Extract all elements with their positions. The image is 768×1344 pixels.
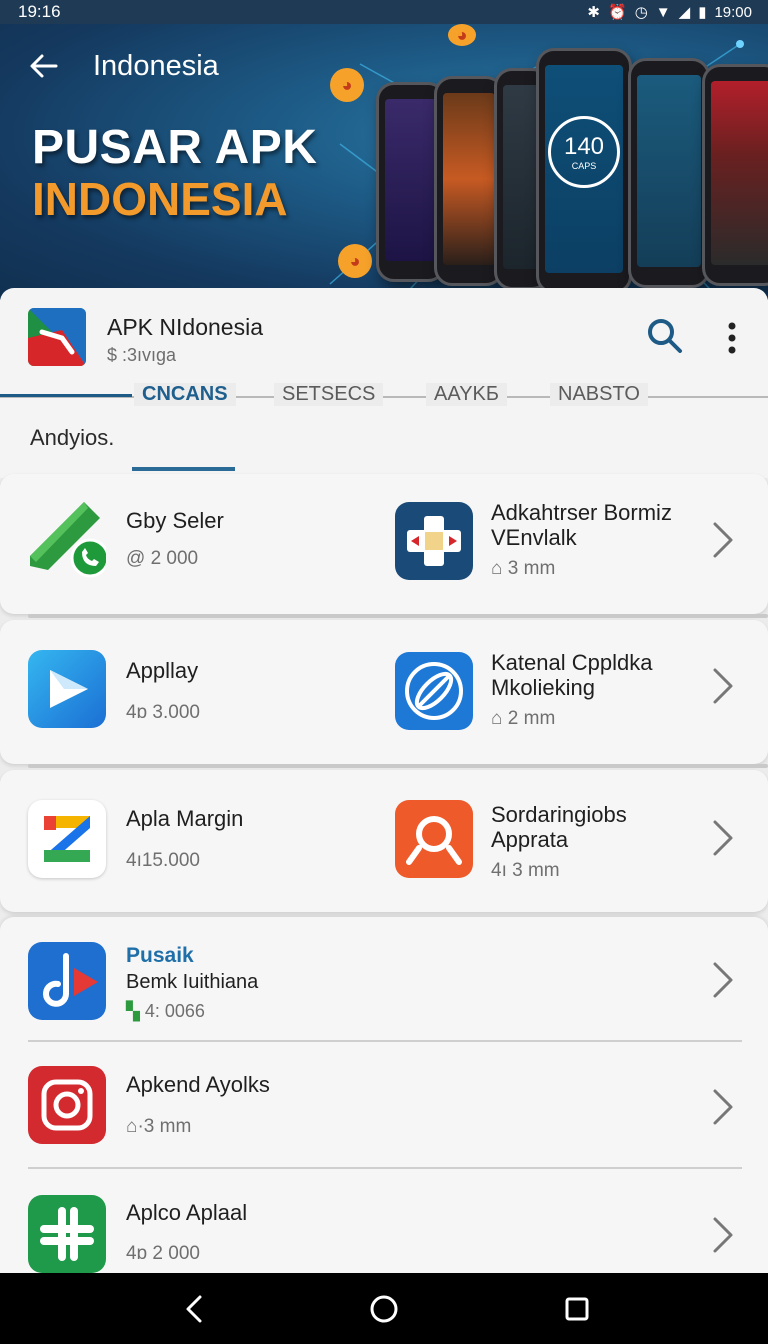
app-title[interactable]: Adkahtrser Bormiz VEnvlalk bbox=[491, 500, 701, 550]
system-nav-bar bbox=[0, 1273, 768, 1344]
nav-back-icon[interactable] bbox=[180, 1293, 212, 1325]
app-meta: ·3 mm bbox=[137, 1116, 192, 1137]
chevron-right-icon[interactable] bbox=[710, 1215, 736, 1255]
tab-cncans[interactable]: CNCANS bbox=[134, 383, 236, 406]
app-meta: 4ı 3 mm bbox=[491, 860, 560, 881]
section-underline bbox=[132, 467, 235, 471]
hero-headline-1: PUSAR APK bbox=[32, 121, 318, 174]
lock-icon: ⌂ bbox=[491, 708, 508, 729]
app-meta: 4: 0066 bbox=[144, 1001, 205, 1021]
battery-icon: ▮ bbox=[698, 4, 707, 21]
app-title[interactable]: Katenal Cppldka Mkolieking bbox=[491, 650, 701, 700]
status-bar: 19:16 ✱ ⏰ ◷ ▼ ◢ ▮ 19:00 bbox=[0, 0, 768, 24]
lock-icon: ⌂ bbox=[491, 558, 508, 579]
slack-app-icon[interactable] bbox=[28, 1195, 106, 1273]
app-logo bbox=[28, 308, 86, 366]
app-screen: 19:16 ✱ ⏰ ◷ ▼ ◢ ▮ 19:00 Indonesia PUSAR … bbox=[0, 0, 768, 1344]
app-title[interactable]: Apkend Ayolks bbox=[126, 1072, 270, 1097]
bluetooth-icon: ✱ bbox=[587, 4, 600, 21]
hero-banner: Indonesia PUSAR APK INDONESIA ◕ ◕ ◕ 140 … bbox=[0, 24, 768, 300]
app-list-card bbox=[0, 917, 768, 1277]
tab-active-indicator bbox=[0, 394, 132, 397]
lock-icon: ⌂ bbox=[126, 1116, 138, 1137]
emoji-icon: ◕ bbox=[338, 244, 372, 278]
app-title[interactable]: Bemk Iuithiana bbox=[126, 970, 258, 995]
app-name: APK NIdonesia bbox=[107, 314, 263, 340]
app-title[interactable]: Gby Seler bbox=[126, 508, 224, 533]
app-title[interactable]: Sordaringiobs Apprata bbox=[491, 802, 701, 852]
phone-clock: 140 CAPS bbox=[548, 116, 620, 189]
app-meta: 4ɒ 2 000 bbox=[126, 1243, 200, 1264]
tab-nabsto[interactable]: NABSTO bbox=[550, 383, 648, 406]
nav-home-icon[interactable] bbox=[368, 1293, 400, 1325]
emoji-icon: ◕ bbox=[448, 24, 476, 46]
app-meta: 3 mm bbox=[507, 558, 556, 579]
chevron-right-icon[interactable] bbox=[710, 818, 736, 858]
chevron-right-icon[interactable] bbox=[710, 1087, 736, 1127]
phone-mockup bbox=[628, 58, 710, 288]
app-title[interactable]: Apla Margin bbox=[126, 806, 243, 831]
phone-call-app-icon[interactable] bbox=[28, 500, 106, 578]
app-meta: 4ɒ 3.000 bbox=[126, 702, 200, 723]
emoji-icon: ◕ bbox=[330, 68, 364, 102]
app-subtitle: $ :3ıvıga bbox=[107, 345, 177, 365]
phone-mockup bbox=[702, 64, 768, 286]
music-note-app-icon[interactable] bbox=[28, 942, 106, 1020]
status-time: 19:16 bbox=[18, 2, 61, 21]
hero-headline-2: INDONESIA bbox=[32, 173, 288, 225]
list-item-category: Pusaik bbox=[126, 944, 194, 967]
timer-icon: ◷ bbox=[634, 4, 648, 21]
alarm-icon: ⏰ bbox=[608, 4, 627, 21]
dpad-app-icon[interactable] bbox=[395, 502, 473, 580]
chevron-right-icon[interactable] bbox=[710, 960, 736, 1000]
app-title[interactable]: Appllay bbox=[126, 658, 198, 683]
play-store-app-icon[interactable] bbox=[28, 650, 106, 728]
chevron-right-icon[interactable] bbox=[710, 520, 736, 560]
link-app-icon[interactable] bbox=[395, 652, 473, 730]
search-icon[interactable] bbox=[644, 315, 684, 355]
chevron-right-icon[interactable] bbox=[710, 666, 736, 706]
z-letter-app-icon[interactable] bbox=[28, 800, 106, 878]
app-title[interactable]: Aplco Aplaal bbox=[126, 1200, 247, 1225]
signal-icon: ◢ bbox=[678, 4, 691, 21]
app-meta: @ 2 000 bbox=[126, 548, 199, 569]
download-icon: ▚ bbox=[126, 1001, 145, 1021]
tab-setsecs[interactable]: SETSECS bbox=[274, 383, 384, 406]
wifi-icon: ▼ bbox=[655, 3, 671, 21]
nav-recents-icon[interactable] bbox=[561, 1293, 593, 1325]
app-meta: 2 mm bbox=[507, 708, 556, 729]
more-options-icon[interactable] bbox=[720, 318, 744, 358]
back-arrow-icon[interactable] bbox=[26, 48, 62, 84]
phone-mockup: 140 CAPS bbox=[536, 48, 632, 294]
section-label: Andyios. bbox=[30, 425, 115, 450]
instagram-app-icon[interactable] bbox=[28, 1066, 106, 1144]
search-magnifier-app-icon[interactable] bbox=[395, 800, 473, 878]
status-right-time: 19:00 bbox=[714, 3, 752, 21]
tab-aaykb[interactable]: AAYKБ bbox=[426, 383, 507, 406]
hero-title: Indonesia bbox=[93, 50, 219, 82]
app-meta: 4ı15.000 bbox=[126, 850, 200, 871]
